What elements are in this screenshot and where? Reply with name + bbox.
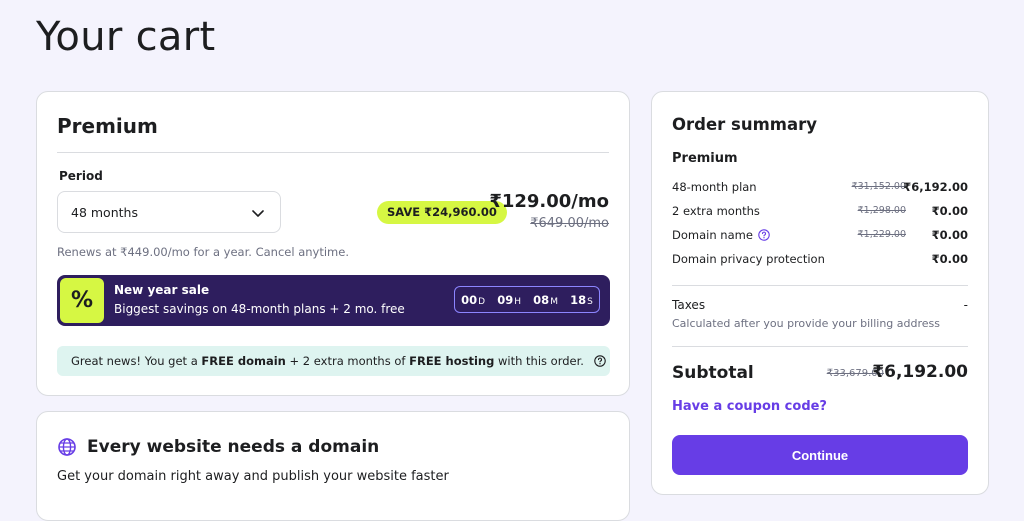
summary-row: Domain name ₹1,229.00 ₹0.00 (672, 228, 968, 242)
question-icon[interactable] (758, 229, 770, 241)
divider (672, 346, 968, 347)
question-icon[interactable] (593, 355, 606, 367)
taxes-note: Calculated after you provide your billin… (672, 317, 940, 330)
sale-title: New year sale (114, 283, 210, 297)
timer-minutes: 08M (533, 292, 558, 307)
renewal-note: Renews at ₹449.00/mo for a year. Cancel … (57, 245, 349, 259)
subtotal-label: Subtotal (672, 363, 754, 383)
order-summary-card: Order summary Premium 48-month plan ₹31,… (651, 91, 989, 495)
domain-subtitle: Get your domain right away and publish y… (57, 469, 449, 484)
save-badge: SAVE ₹24,960.00 (377, 201, 507, 224)
sale-banner: % New year sale Biggest savings on 48-mo… (57, 275, 610, 326)
globe-icon (58, 438, 76, 456)
sale-description: Biggest savings on 48-month plans + 2 mo… (114, 302, 405, 316)
summary-row: Domain privacy protection ₹0.00 (672, 252, 968, 266)
domain-card: Every website needs a domain Get your do… (36, 411, 630, 521)
plan-card: Premium Period 48 months SAVE ₹24,960.00… (36, 91, 630, 396)
countdown-timer: 00D 09H 08M 18S (454, 286, 600, 313)
period-select[interactable]: 48 months (57, 191, 281, 233)
summary-plan-name: Premium (672, 151, 738, 166)
timer-hours: 09H (497, 292, 521, 307)
period-select-value: 48 months (71, 205, 138, 220)
summary-title: Order summary (672, 115, 818, 134)
chevron-down-icon (252, 210, 264, 217)
subtotal-price: ₹6,192.00 (872, 362, 968, 382)
timer-days: 00D (461, 292, 486, 307)
plan-name: Premium (57, 114, 158, 138)
continue-button[interactable]: Continue (672, 435, 968, 475)
plan-old-price: ₹649.00/mo (530, 216, 609, 231)
free-domain-info: Great news! You get a FREE domain + 2 ex… (57, 346, 610, 376)
page-title: Your cart (36, 14, 216, 60)
timer-seconds: 18S (570, 292, 593, 307)
taxes-value: - (963, 298, 968, 312)
taxes-label: Taxes (672, 298, 706, 312)
percent-icon: % (60, 278, 104, 323)
divider (57, 152, 609, 153)
period-label: Period (59, 169, 103, 183)
domain-title: Every website needs a domain (87, 437, 380, 457)
summary-row: 48-month plan ₹31,152.00 ₹6,192.00 (672, 180, 968, 194)
plan-price: ₹129.00/mo (489, 191, 609, 212)
divider (672, 285, 968, 286)
summary-row: 2 extra months ₹1,298.00 ₹0.00 (672, 204, 968, 218)
coupon-link[interactable]: Have a coupon code? (672, 399, 827, 414)
